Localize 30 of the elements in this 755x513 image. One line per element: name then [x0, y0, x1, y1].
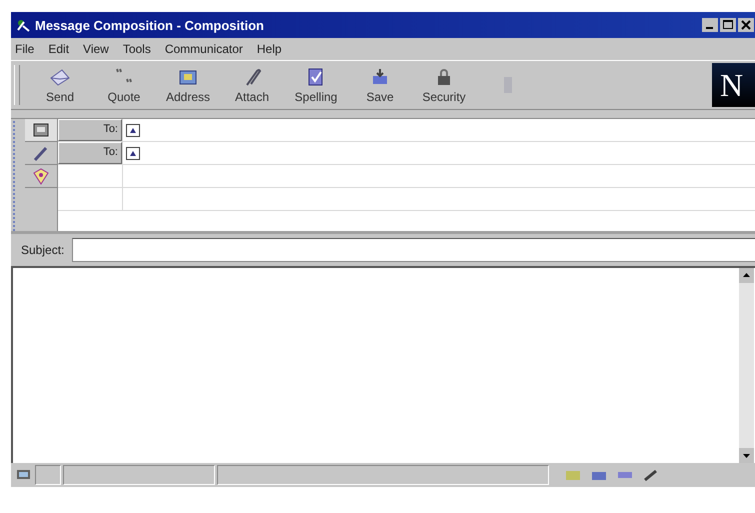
subject-field[interactable]: [72, 238, 755, 262]
toolbar-button[interactable]: Spelling: [284, 66, 348, 104]
scroll-down-icon[interactable]: [739, 448, 754, 463]
menu-item[interactable]: Help: [256, 42, 282, 56]
minimize-icon[interactable]: [702, 18, 718, 32]
toolbar-button[interactable]: Quote: [92, 66, 156, 104]
address-card-icon: [31, 121, 51, 139]
subject-label: Subject:: [21, 243, 64, 257]
maximize-icon[interactable]: [720, 18, 736, 32]
recipient-type-dropdown[interactable]: To:: [58, 142, 122, 164]
menu-item[interactable]: Tools: [122, 42, 151, 56]
menu-item[interactable]: View: [83, 42, 109, 56]
scroll-bar[interactable]: [739, 268, 754, 463]
toolbar-button[interactable]: Send: [28, 66, 92, 104]
toolbar-button[interactable]: Attach: [220, 66, 284, 104]
toolbar-button[interactable]: Security: [412, 66, 476, 104]
app-icon: [15, 17, 31, 33]
address-tab[interactable]: [25, 119, 57, 142]
scroll-up-icon[interactable]: [739, 268, 754, 283]
logo: N: [712, 63, 755, 107]
toolbar-button[interactable]: Address: [156, 66, 220, 104]
menu-item[interactable]: Edit: [48, 42, 70, 56]
toolbar-button[interactable]: Save: [348, 66, 412, 104]
menu-item[interactable]: File: [15, 42, 34, 56]
menu-item[interactable]: Communicator: [164, 42, 243, 56]
options-icon: [31, 167, 51, 185]
window-title: Message Composition - Composition: [35, 18, 265, 32]
recipient-type-dropdown[interactable]: To:: [58, 119, 122, 141]
status-pane: [35, 465, 61, 485]
close-icon[interactable]: [738, 18, 754, 32]
